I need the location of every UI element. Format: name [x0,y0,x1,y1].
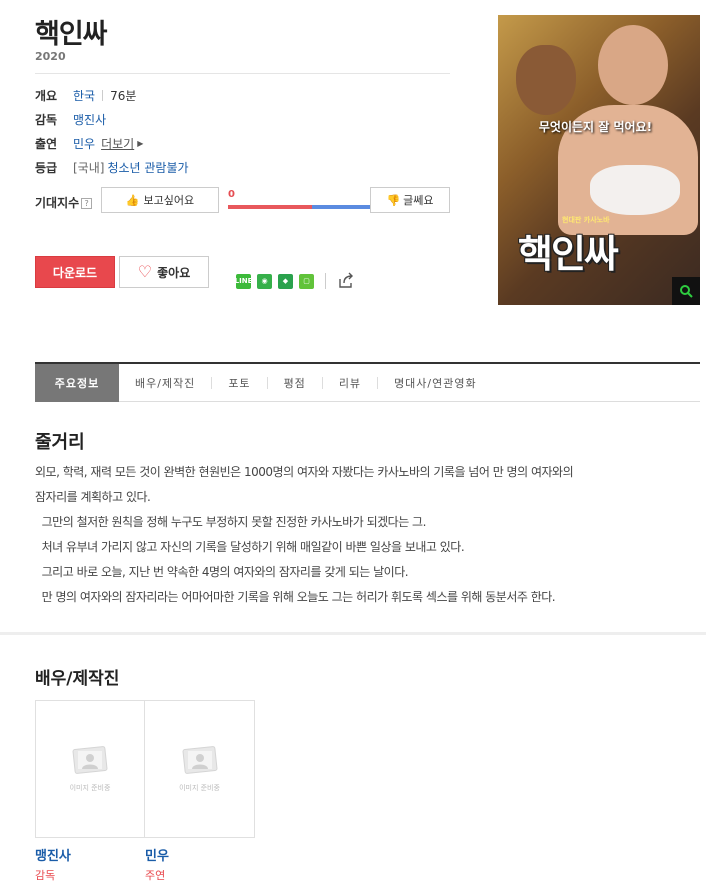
thumbs-up-icon: 👍 [125,193,140,207]
cast-role: 주연 [145,869,166,882]
poster-tagline: 무엇이든지 잘 먹어요! [538,120,653,134]
magnifier-icon [680,285,693,298]
heart-icon: ♡ [137,262,153,281]
meh-label: 글쎄요 [403,194,434,207]
synopsis-line: 외모, 학력, 재력 모든 것이 완벽한 현원빈은 1000명의 여자와 자봤다… [35,465,574,479]
movie-title: 핵인싸 [35,19,108,50]
poster-actor-face [516,45,576,115]
poster-credits [528,277,668,297]
runtime: 76분 [110,88,137,103]
header-divider [35,73,450,74]
cast-photo-placeholder[interactable]: 이미지 준비중 [35,700,145,838]
cast-row: 출연 민우 더보기 ▶ [35,131,450,155]
line-share-icon[interactable]: LINE [235,273,252,289]
share-divider [325,273,326,289]
poster-garment [590,165,680,215]
rating-link[interactable]: 청소년 관람불가 [107,159,188,176]
overview-label: 개요 [35,88,58,103]
synopsis-line: 그만의 철저한 원칙을 정해 누구도 부정하지 못할 진정한 카사노바가 되겠다… [35,515,427,529]
not-sure-button[interactable]: 👎 글쎄요 [370,187,450,213]
expectation-section: 기대지수? 👍 보고싶어요 0 0 👎 글쎄요 [35,187,450,215]
cast-card[interactable]: 이미지 준비중 민우 주연 [145,700,255,883]
no-image-text: 이미지 준비중 [69,784,111,792]
want-label: 보고싶어요 [143,194,195,207]
help-icon[interactable]: ? [81,198,93,209]
tab-review[interactable]: 리뷰 [323,364,377,402]
bookmark-share-icon[interactable]: ◆ [278,273,293,289]
cast-heading: 배우/제작진 [35,669,120,689]
expect-label-text: 기대지수 [35,196,80,210]
tab-photo[interactable]: 포토 [212,364,266,402]
tab-main-info[interactable]: 주요정보 [35,363,119,402]
band-share-icon[interactable]: ◉ [257,273,272,289]
section-tabs: 주요정보 배우/제작진 포토 평점 리뷰 명대사/연관영화 [35,362,700,402]
more-link[interactable]: 더보기 [101,135,134,152]
country-link[interactable]: 한국 [73,87,95,104]
synopsis-line: 만 명의 여자와의 잠자리라는 어마어마한 기록을 위해 오늘도 그는 허리가 … [35,590,556,604]
cast-name[interactable]: 맹진사 [35,845,145,864]
blog-share-icon[interactable]: ▢ [299,273,314,289]
no-image-text: 이미지 준비중 [179,784,220,792]
cast-link[interactable]: 민우 [73,135,95,152]
expect-label: 기대지수? [35,194,93,211]
share-bar: LINE ◉ ◆ ▢ [235,272,355,290]
synopsis-text: 외모, 학력, 재력 모든 것이 완벽한 현원빈은 1000명의 여자와 자봤다… [35,460,685,610]
director-label: 감독 [35,112,58,127]
cast-card[interactable]: 이미지 준비중 맹진사 감독 [35,700,145,883]
movie-year: 2020 [35,50,66,63]
cast-photo-placeholder[interactable]: 이미지 준비중 [145,700,255,838]
cast-list: 이미지 준비중 맹진사 감독 이미지 준비중 민우 주연 [35,700,255,883]
tab-score[interactable]: 평점 [268,364,322,402]
cast-name[interactable]: 민우 [145,845,255,864]
want-count: 0 [228,189,235,200]
gauge-want-fill [228,205,312,209]
image-placeholder-icon [72,746,108,774]
section-divider [0,632,706,635]
like-button[interactable]: ♡ 좋아요 [119,256,209,288]
tab-cast-crew[interactable]: 배우/제작진 [119,364,211,402]
synopsis-heading: 줄거리 [35,432,85,453]
synopsis-line: 그리고 바로 오늘, 지난 번 약속한 4명의 여자와의 잠자리를 갖게 되는 … [35,565,409,579]
rating-row: 등급 [국내] 청소년 관람불가 [35,155,450,179]
director-link[interactable]: 맹진사 [73,111,106,128]
rating-label: 등급 [35,160,58,175]
overview-row: 개요 한국 76분 [35,83,450,107]
rating-prefix: [국내] [73,160,105,175]
synopsis-line: 잠자리를 계획하고 있다. [35,490,151,504]
cast-label: 출연 [35,136,58,151]
info-table: 개요 한국 76분 감독 맹진사 출연 민우 더보기 ▶ 등급 [국내] 청소년… [35,83,450,179]
want-to-see-button[interactable]: 👍 보고싶어요 [101,187,219,213]
tab-quotes-related[interactable]: 명대사/연관영화 [378,364,493,402]
poster-actress-face [598,25,668,105]
image-placeholder-icon [182,746,217,774]
director-row: 감독 맹진사 [35,107,450,131]
chevron-right-icon: ▶ [137,138,144,148]
movie-poster[interactable]: 무엇이든지 잘 먹어요! 현대판 카사노바 핵인싸 [498,15,700,305]
thumbs-down-icon: 👎 [386,193,401,207]
poster-title: 핵인싸 [518,232,619,276]
cast-role: 감독 [35,869,56,882]
synopsis-line: 처녀 유부녀 가리지 않고 자신의 기록을 달성하기 위해 매일같이 바쁜 일상… [35,540,465,554]
like-label: 좋아요 [157,265,191,280]
download-button[interactable]: 다운로드 [35,256,115,288]
zoom-button[interactable] [672,277,700,305]
separator [102,89,104,101]
share-icon[interactable] [337,272,355,290]
